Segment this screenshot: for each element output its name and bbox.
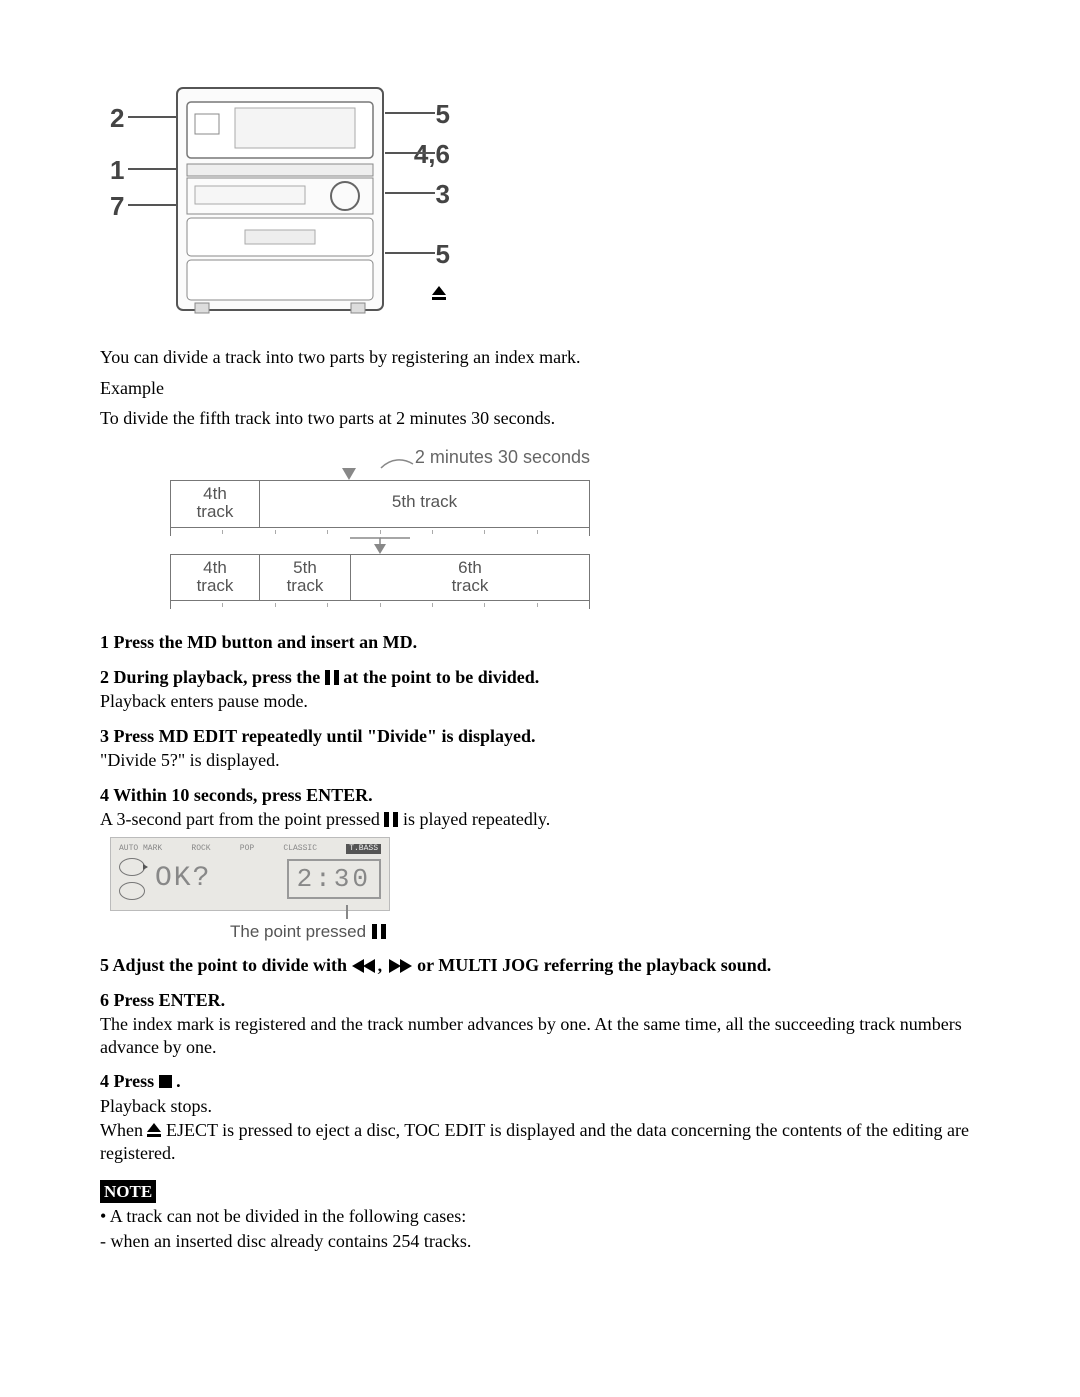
stereo-diagram-container: 2 1 7 5 4,6 3 5 (110, 70, 980, 330)
stereo-diagram: 2 1 7 5 4,6 3 5 (110, 70, 450, 330)
step-2-head-b: at the point to be divided. (343, 667, 539, 687)
note-line-2: - when an inserted disc already contains… (100, 1230, 980, 1253)
step-7-body1: Playback stops. (100, 1095, 980, 1118)
step-3-head: Press MD EDIT repeatedly until "Divide" … (114, 726, 536, 746)
track-diagram-caption: 2 minutes 30 seconds (415, 446, 590, 469)
step-2: 2 During playback, press the at the poin… (100, 666, 980, 713)
before-cell-2: 5th track (260, 481, 589, 527)
rewind-icon (352, 959, 378, 973)
callout-4-6: 4,6 (414, 138, 450, 171)
note-line-1: • A track can not be divided in the foll… (100, 1205, 980, 1228)
after-cell-3: 6th track (351, 555, 589, 601)
note-label: NOTE (100, 1180, 156, 1203)
callout-5b: 5 (436, 238, 450, 271)
step-5-head-a: Adjust the point to divide with (113, 955, 352, 975)
step-7: 4 Press . Playback stops. When EJECT is … (100, 1070, 980, 1164)
display-ok-text: OK? (155, 861, 211, 896)
md-display-figure: AUTO MARKROCKPOPCLASSICT.BASS OK? 2:30 (110, 837, 390, 911)
step-4-body-a: A 3-second part from the point pressed (100, 809, 384, 829)
step-3-body: "Divide 5?" is displayed. (100, 749, 980, 772)
eject-icon (432, 286, 446, 300)
pause-icon (325, 670, 339, 685)
step-2-head-a: During playback, press the (114, 667, 325, 687)
intro-line-3: To divide the fifth track into two parts… (100, 407, 980, 430)
step-6: 6 Press ENTER. The index mark is registe… (100, 989, 980, 1059)
stereo-illustration (175, 78, 385, 318)
step-7-num: 4 (100, 1071, 109, 1091)
step-6-body: The index mark is registered and the tra… (100, 1013, 980, 1058)
callout-1: 1 (110, 154, 124, 187)
before-cell-1: 4th track (171, 481, 260, 527)
step-4-num: 4 (100, 785, 109, 805)
step-7-body2-a: When (100, 1120, 147, 1140)
after-cell-2: 5th track (260, 555, 351, 601)
step-3: 3 Press MD EDIT repeatedly until "Divide… (100, 725, 980, 772)
display-time: 2:30 (287, 859, 381, 900)
step-5-num: 5 (100, 955, 109, 975)
step-4-body-b: is played repeatedly. (403, 809, 550, 829)
pause-icon (372, 924, 386, 939)
step-1-num: 1 (100, 632, 109, 652)
step-1-head: Press the MD button and insert an MD. (114, 632, 418, 652)
track-row-before: 4th track 5th track (170, 480, 590, 528)
display-caption: The point pressed (230, 921, 980, 942)
intro-line-2: Example (100, 377, 980, 400)
step-5-comma: , (378, 955, 387, 975)
pause-icon (384, 812, 398, 827)
step-5-head-b: or MULTI JOG referring the playback soun… (417, 955, 771, 975)
step-2-body: Playback enters pause mode. (100, 690, 980, 713)
step-7-head-a: Press (114, 1071, 159, 1091)
step-7-body2-b: EJECT is pressed to eject a disc, TOC ED… (100, 1120, 969, 1163)
step-6-num: 6 (100, 990, 109, 1010)
step-5: 5 Adjust the point to divide with , or M… (100, 954, 980, 977)
eject-icon (147, 1123, 161, 1137)
step-4: 4 Within 10 seconds, press ENTER. A 3-se… (100, 784, 980, 831)
intro-line-1: You can divide a track into two parts by… (100, 346, 980, 369)
track-row-after: 4th track 5th track 6th track (170, 554, 590, 602)
step-7-period: . (172, 1071, 181, 1091)
step-4-head: Within 10 seconds, press ENTER. (113, 785, 372, 805)
step-2-num: 2 (100, 667, 109, 687)
after-cell-1: 4th track (171, 555, 260, 601)
callout-2: 2 (110, 102, 124, 135)
callout-5a: 5 (436, 98, 450, 131)
callout-3: 3 (436, 178, 450, 211)
stop-icon (159, 1075, 172, 1088)
fast-forward-icon (387, 959, 413, 973)
step-1: 1 Press the MD button and insert an MD. (100, 631, 980, 654)
step-6-head: Press ENTER. (114, 990, 226, 1010)
callout-7: 7 (110, 190, 124, 223)
step-3-num: 3 (100, 726, 109, 746)
track-division-diagram: 2 minutes 30 seconds 4th track 5th track… (170, 446, 590, 610)
